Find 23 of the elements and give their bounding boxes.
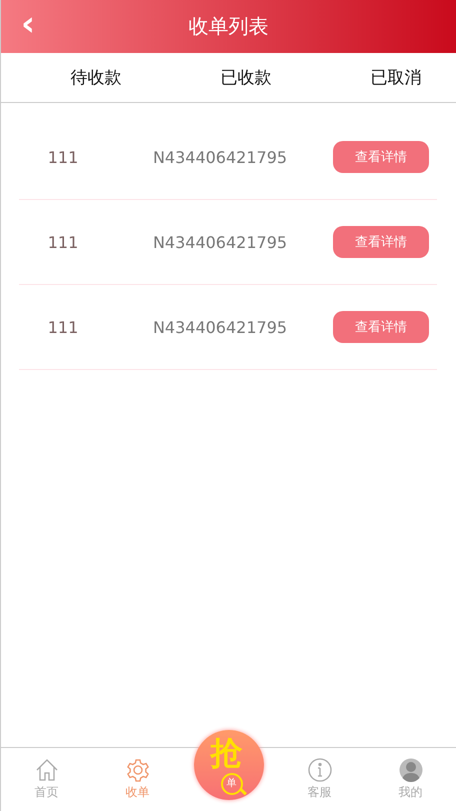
details-button[interactable]: 查看详情	[333, 141, 429, 173]
tab[interactable]: 待收款	[66, 62, 126, 93]
order-number: N434406421795	[152, 148, 288, 166]
page-title: 收单列表	[188, 13, 268, 40]
order-amount: 111	[46, 318, 80, 336]
nav-item[interactable]: 我的	[386, 748, 436, 811]
tab[interactable]: 已取消	[366, 62, 426, 93]
nav-item[interactable]: 首页	[22, 748, 72, 811]
order-number: N434406421795	[152, 232, 288, 252]
order-amount: 111	[46, 148, 80, 166]
details-button[interactable]: 查看详情	[333, 311, 429, 343]
tab[interactable]: 已收款	[216, 62, 276, 93]
home-icon	[34, 758, 58, 782]
details-button[interactable]: 查看详情	[333, 226, 429, 258]
grab-order-button[interactable]: 抢 单	[194, 730, 264, 800]
gear-icon	[126, 758, 150, 782]
info-icon	[308, 758, 332, 782]
order-number: N434406421795	[152, 318, 288, 336]
nav-item[interactable]: 客服	[294, 748, 344, 811]
back-button[interactable]: ‹	[21, 9, 36, 39]
user-icon	[398, 758, 422, 782]
order-amount: 111	[46, 232, 80, 252]
nav-item[interactable]: 收单	[112, 748, 162, 811]
